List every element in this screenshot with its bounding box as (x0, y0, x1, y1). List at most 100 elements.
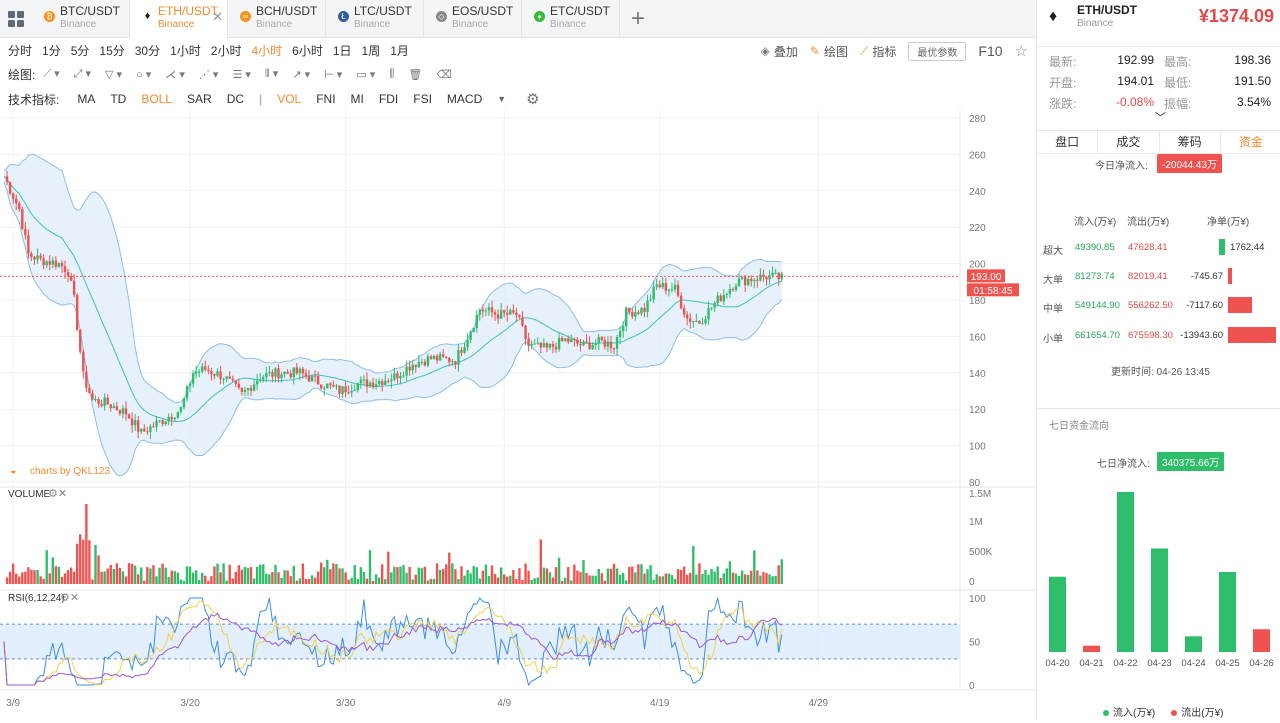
panel-tab-1[interactable]: 成交 (1098, 131, 1160, 153)
volume-bar (161, 563, 164, 584)
timeframe-2[interactable]: 5分 (66, 41, 95, 61)
bars-tool-icon[interactable]: ⫼ (389, 68, 394, 81)
line-tool-icon[interactable]: ⟋ ▾ (43, 67, 59, 81)
indicator-vol[interactable]: VOL (277, 92, 301, 106)
timeframe-10[interactable]: 1周 (357, 41, 386, 61)
indicator-boll[interactable]: BOLL (141, 92, 172, 106)
gann-tool-icon[interactable]: ⦀ ▾ (265, 67, 278, 81)
volume-bar (301, 563, 305, 584)
volume-bar (341, 568, 344, 584)
indicator-button[interactable]: ⟋ 指标 (860, 43, 896, 60)
close-icon[interactable]: ✕ (212, 10, 223, 23)
candle-body (661, 283, 664, 288)
panel-tab-2[interactable]: 筹码 (1160, 131, 1221, 153)
volume-bar (146, 567, 149, 584)
indicator-ma[interactable]: MA (77, 92, 95, 106)
rsi-settings-gear-icon[interactable]: ⚙✕ (60, 592, 79, 604)
candle-body (210, 371, 213, 375)
price-tick-label: 180 (969, 296, 986, 307)
candle-body (600, 337, 603, 341)
seven-day-inflow-label: 七日净流入: (1097, 459, 1150, 470)
timeframe-0[interactable]: 分时 (3, 41, 37, 61)
timeframe-7[interactable]: 4小时 (246, 41, 287, 61)
tab-btc[interactable]: ₿ BTC/USDT Binance (32, 0, 130, 38)
net-bar (1219, 239, 1226, 255)
tab-etc[interactable]: ♦ ETC/USDT Binance (522, 0, 620, 38)
indicator-dc[interactable]: DC (227, 92, 244, 106)
candle-body (649, 299, 652, 301)
flow-header-in: 流入(万¥) (1074, 217, 1117, 228)
timeframe-list: 分时 1分 5分 15分 30分 1小时 2小时 4小时 6小时 1日 1周 1月 (3, 41, 414, 61)
ray-tool-icon[interactable]: ⤢ ▾ (74, 67, 91, 81)
timeframe-3[interactable]: 15分 (94, 41, 129, 61)
overlay-button[interactable]: ◈ 叠加 (761, 43, 798, 60)
indicator-fsi[interactable]: FSI (413, 92, 432, 106)
tab-eth[interactable]: ♦ ETH/USDT Binance ✕ (130, 0, 228, 38)
indicator-fdi[interactable]: FDI (379, 92, 398, 106)
symbol-tab-bar: ₿ BTC/USDT Binance ♦ ETH/USDT Binance ✕ ∞ BCH/US… (0, 0, 1036, 38)
candle-body (353, 390, 356, 392)
volume-bar (542, 567, 546, 584)
chevron-down-icon[interactable]: ﹀ (1155, 109, 1166, 125)
indicator-td[interactable]: TD (110, 92, 126, 106)
candle-body (283, 371, 286, 375)
candle-body (268, 372, 271, 374)
channel-tool-icon[interactable]: ▽ ▾ (105, 68, 122, 81)
indicator-more-caret-icon[interactable]: ▼ (497, 94, 506, 104)
open-value: 194.01 (1117, 74, 1154, 88)
indicator-mi[interactable]: MI (351, 92, 364, 106)
indicator-sar[interactable]: SAR (187, 92, 212, 106)
timeframe-8[interactable]: 6小时 (287, 41, 328, 61)
candle-body (15, 198, 18, 204)
indicator-macd[interactable]: MACD (447, 92, 482, 106)
seven-day-bar (1049, 576, 1066, 652)
panel-tab-3[interactable]: 资金 (1221, 131, 1280, 153)
tab-eos[interactable]: ◇ EOS/USDT Binance (424, 0, 522, 38)
gear-icon[interactable]: ⚙ (526, 90, 539, 108)
timeframe-11[interactable]: 1月 (385, 41, 414, 61)
timeframe-5[interactable]: 1小时 (165, 41, 206, 61)
timeframe-6[interactable]: 2小时 (206, 41, 247, 61)
candle-body (377, 381, 381, 385)
overlay-label: 叠加 (773, 44, 798, 59)
eraser-icon[interactable]: ⌫ (436, 68, 452, 81)
volume-bar (69, 567, 73, 584)
fibonacci-tool-icon[interactable]: ☰ ▾ (232, 68, 250, 81)
timeframe-9[interactable]: 1日 (328, 41, 357, 61)
volume-bar (564, 577, 567, 584)
candle-body (155, 420, 158, 427)
f10-button[interactable]: F10 (978, 43, 1002, 59)
volume-bar (259, 564, 262, 584)
volume-bar (689, 572, 692, 584)
candlestick-chart[interactable]: 193.0001:58:4528026024022020018016014012… (0, 110, 1036, 720)
measure-tool-icon[interactable]: ⊢ ▾ (324, 68, 342, 81)
timeframe-4[interactable]: 30分 (130, 41, 165, 61)
candle-body (240, 387, 244, 392)
chart-area[interactable]: 193.00 01:58:45 280 260 240 220 200 180 160 140 12… (0, 110, 1036, 720)
candle-body (371, 382, 375, 388)
fork-tool-icon[interactable]: ⋌ ▾ (165, 68, 185, 81)
panel-tab-0[interactable]: 盘口 (1037, 131, 1099, 153)
candle-body (45, 261, 48, 266)
arrow-tool-icon[interactable]: ↗ ▾ (292, 68, 310, 81)
volume-bar (173, 571, 176, 584)
comment-tool-icon[interactable]: ▭ ▾ (356, 68, 375, 81)
trash-icon[interactable]: 🗑 (408, 68, 422, 81)
circle-tool-icon[interactable]: ○ ▾ (136, 68, 151, 81)
add-tab-button[interactable]: + (620, 0, 656, 38)
optimal-params-button[interactable]: 最优参数 (908, 41, 967, 61)
grid-menu-button[interactable] (0, 0, 32, 38)
draw-button[interactable]: ✎ 绘图 (810, 43, 848, 60)
candle-body (201, 366, 204, 372)
favorite-star-icon[interactable]: ☆ (1015, 42, 1028, 60)
volume-bar (167, 577, 170, 584)
indicator-fni[interactable]: FNI (316, 92, 335, 106)
candle-body (219, 371, 222, 380)
tab-bch[interactable]: ∞ BCH/USDT Binance (228, 0, 326, 38)
timeframe-1[interactable]: 1分 (37, 41, 66, 61)
tab-ltc[interactable]: Ł LTC/USDT Binance (326, 0, 424, 38)
volume-settings-gear-icon[interactable]: ⚙✕ (48, 488, 67, 500)
seven-day-bar (1117, 492, 1134, 652)
pattern-tool-icon[interactable]: ⋰ ▾ (199, 68, 219, 81)
volume-bar (631, 566, 634, 584)
